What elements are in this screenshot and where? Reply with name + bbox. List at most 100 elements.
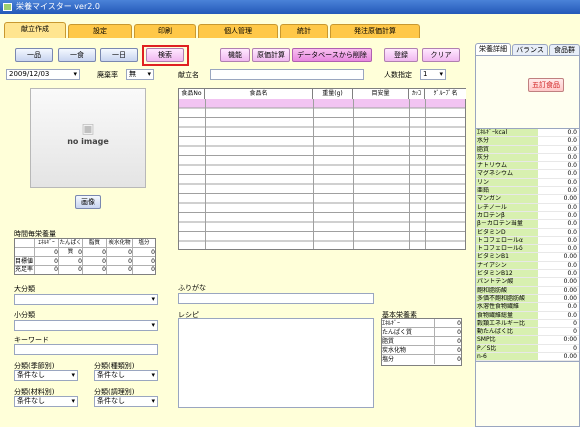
ninzu-label: 人数指定 [384,71,412,79]
nutrient-name: マグネシウム [476,170,538,178]
nutrient-value: 0.00 [563,294,577,302]
nutrient-value: 0 [573,319,577,327]
window-title-bar: 栄養マイスター ver2.0 [0,0,580,14]
right-panel: 栄養詳細 バランス 食品群 五訂食品 ｴﾈﾙｷﾞｰkcal 0.0 水分 0.0 脂質 0… [472,38,580,427]
bunrui-chouri-select[interactable]: 条件なし [94,396,158,407]
nutrient-row: 動たんぱく比 0 [476,328,579,337]
nutrient-row: n-6 0.00 [476,353,579,362]
nutrient-name: トコフェロールδ [476,245,538,253]
nutrient-name: パントテン酸 [476,278,538,286]
nutrient-row: トコフェロールδ 0.0 [476,245,579,254]
nutrient-name: 灰分 [476,153,538,162]
nutrient-name: ナトリウム [476,162,538,170]
nutrient-row: パントテン酸 0.00 [476,278,579,287]
nutrient-value: 0.0 [567,153,577,161]
col-shokuhin-mei: 食品名 [205,89,313,99]
tab-kondate[interactable]: 献立作成 [4,22,66,38]
nutrient-name: 食物繊維総量 [476,311,538,319]
search-button[interactable]: 検索 [146,48,184,62]
clear-button[interactable]: クリア [422,48,460,62]
tab-toukei[interactable]: 統計 [280,24,328,38]
kondate-label: 献立名 [178,71,199,79]
nutrient-name: ナイアシン [476,261,538,270]
nutrient-value: 0.00 [563,253,577,261]
main-tab-bar: 献立作成 設定 印刷 個人管理 統計 発注原価計算 [0,14,580,38]
bunrui-shurui-select[interactable]: 条件なし [94,370,158,381]
nutrient-value: 0.0 [567,170,577,178]
ichinichi-button[interactable]: 一日 [100,48,138,62]
nutrient-row: 多価不飽和脂肪酸 0.00 [476,294,579,304]
nutrient-row: P／S比 0 [476,344,579,354]
nutrient-name: ビタミンB1 [476,253,538,261]
nutrient-value: 0.0 [567,187,577,195]
kihon-table: ｴﾈﾙｷﾞｰ 0 たんぱく質 0 脂質 0 炭水化物 0 塩分 0 [381,318,462,366]
haiki-select[interactable]: 無 [126,69,154,80]
nutrient-row: マンガン 0.00 [476,195,579,204]
nutrient-value: 0 [573,344,577,352]
nutrient-row: レチノール 0.0 [476,203,579,212]
nutrient-row: β－カロテン当量 0.0 [476,220,579,229]
ninzu-select[interactable]: 1 [420,69,446,80]
nutrient-name: 水分 [476,137,538,145]
shobunrui-select[interactable] [14,320,158,331]
keyword-input[interactable] [14,344,158,355]
nutrient-row: 穀類エネルギー比 0 [476,319,579,329]
tab-settei[interactable]: 設定 [68,24,132,38]
nutrient-row: 灰分 0.0 [476,153,579,163]
daibunrui-label: 大分類 [14,285,35,293]
genka-button[interactable]: 原価計算 [252,48,290,62]
bunrui-zairyo-select[interactable]: 条件なし [14,396,78,407]
date-field[interactable]: 2009/12/03 [6,69,80,80]
nutrient-row: ナイアシン 0.0 [476,261,579,271]
nutrient-value: 0.0 [567,178,577,186]
register-button[interactable]: 登録 [384,48,418,62]
nutrient-value: 0.0 [567,137,577,145]
nutrient-row: ｴﾈﾙｷﾞｰkcal 0.0 [476,129,579,138]
nutrient-name: SMP比 [476,336,538,344]
jikan-row: 0 0 0 0 0 [15,248,155,257]
isshoku-button[interactable]: 一食 [58,48,96,62]
tab-balance[interactable]: バランス [512,44,548,56]
image-logo-icon: ▣ [81,121,95,137]
nutrient-row: ビタミンB12 0.0 [476,270,579,279]
tab-hacchu[interactable]: 発注原価計算 [330,24,420,38]
nutrient-value: 0.0 [567,261,577,269]
nutrient-value: 0.0 [567,220,577,228]
tab-eiyou-shousai[interactable]: 栄養詳細 [475,43,511,56]
nutrient-name: マンガン [476,195,538,203]
kondate-input[interactable] [210,69,364,80]
nutrient-name: 動たんぱく比 [476,328,538,336]
nutrient-name: 亜鉛 [476,187,538,195]
window-title: 栄養マイスター ver2.0 [16,2,100,11]
app-icon [3,3,12,11]
kinou-button[interactable]: 機能 [220,48,250,62]
ippin-button[interactable]: 一品 [15,48,53,62]
delete-db-button[interactable]: データベースから削除 [292,48,372,62]
nutrient-row: ビタミンD 0.0 [476,228,579,237]
tab-shokuhingun[interactable]: 食品群 [549,44,580,56]
tab-kojin[interactable]: 個人管理 [198,24,278,38]
jikan-row: 充足率 0 0 0 0 0 [15,266,155,274]
nutrient-name: ｴﾈﾙｷﾞｰkcal [476,129,538,137]
recipe-textarea[interactable] [178,318,374,408]
furigana-input[interactable] [178,293,374,304]
haiki-label: 廃棄率 [97,71,118,79]
nutrient-row: トコフェロールα 0.0 [476,236,579,246]
gotei-button[interactable]: 五訂食品 [528,78,564,92]
tab-insatsu[interactable]: 印刷 [134,24,196,38]
nutrient-name: カロテンβ [476,211,538,220]
nutrient-value: 0.00 [563,353,577,361]
nutrient-row: カロテンβ 0.0 [476,211,579,221]
nutrient-name: 穀類エネルギー比 [476,319,538,328]
nutrient-value: 0.0 [567,228,577,236]
nutrient-name: 飽和脂肪酸 [476,286,538,294]
image-button[interactable]: 画像 [75,195,101,209]
shobunrui-label: 小分類 [14,311,35,319]
bunrui-kisetsu-select[interactable]: 条件なし [14,370,78,381]
nutrient-value: 0.00 [563,286,577,294]
nutrient-value: 0.0 [567,145,577,153]
nutrient-name: レチノール [476,203,538,211]
daibunrui-select[interactable] [14,294,158,305]
nutrient-name: トコフェロールα [476,236,538,245]
ingredient-table[interactable]: 食品No 食品名 重量(g) 目安量 ｶｯｺ ｸﾞﾙｰﾌﾟ名 [178,88,466,250]
